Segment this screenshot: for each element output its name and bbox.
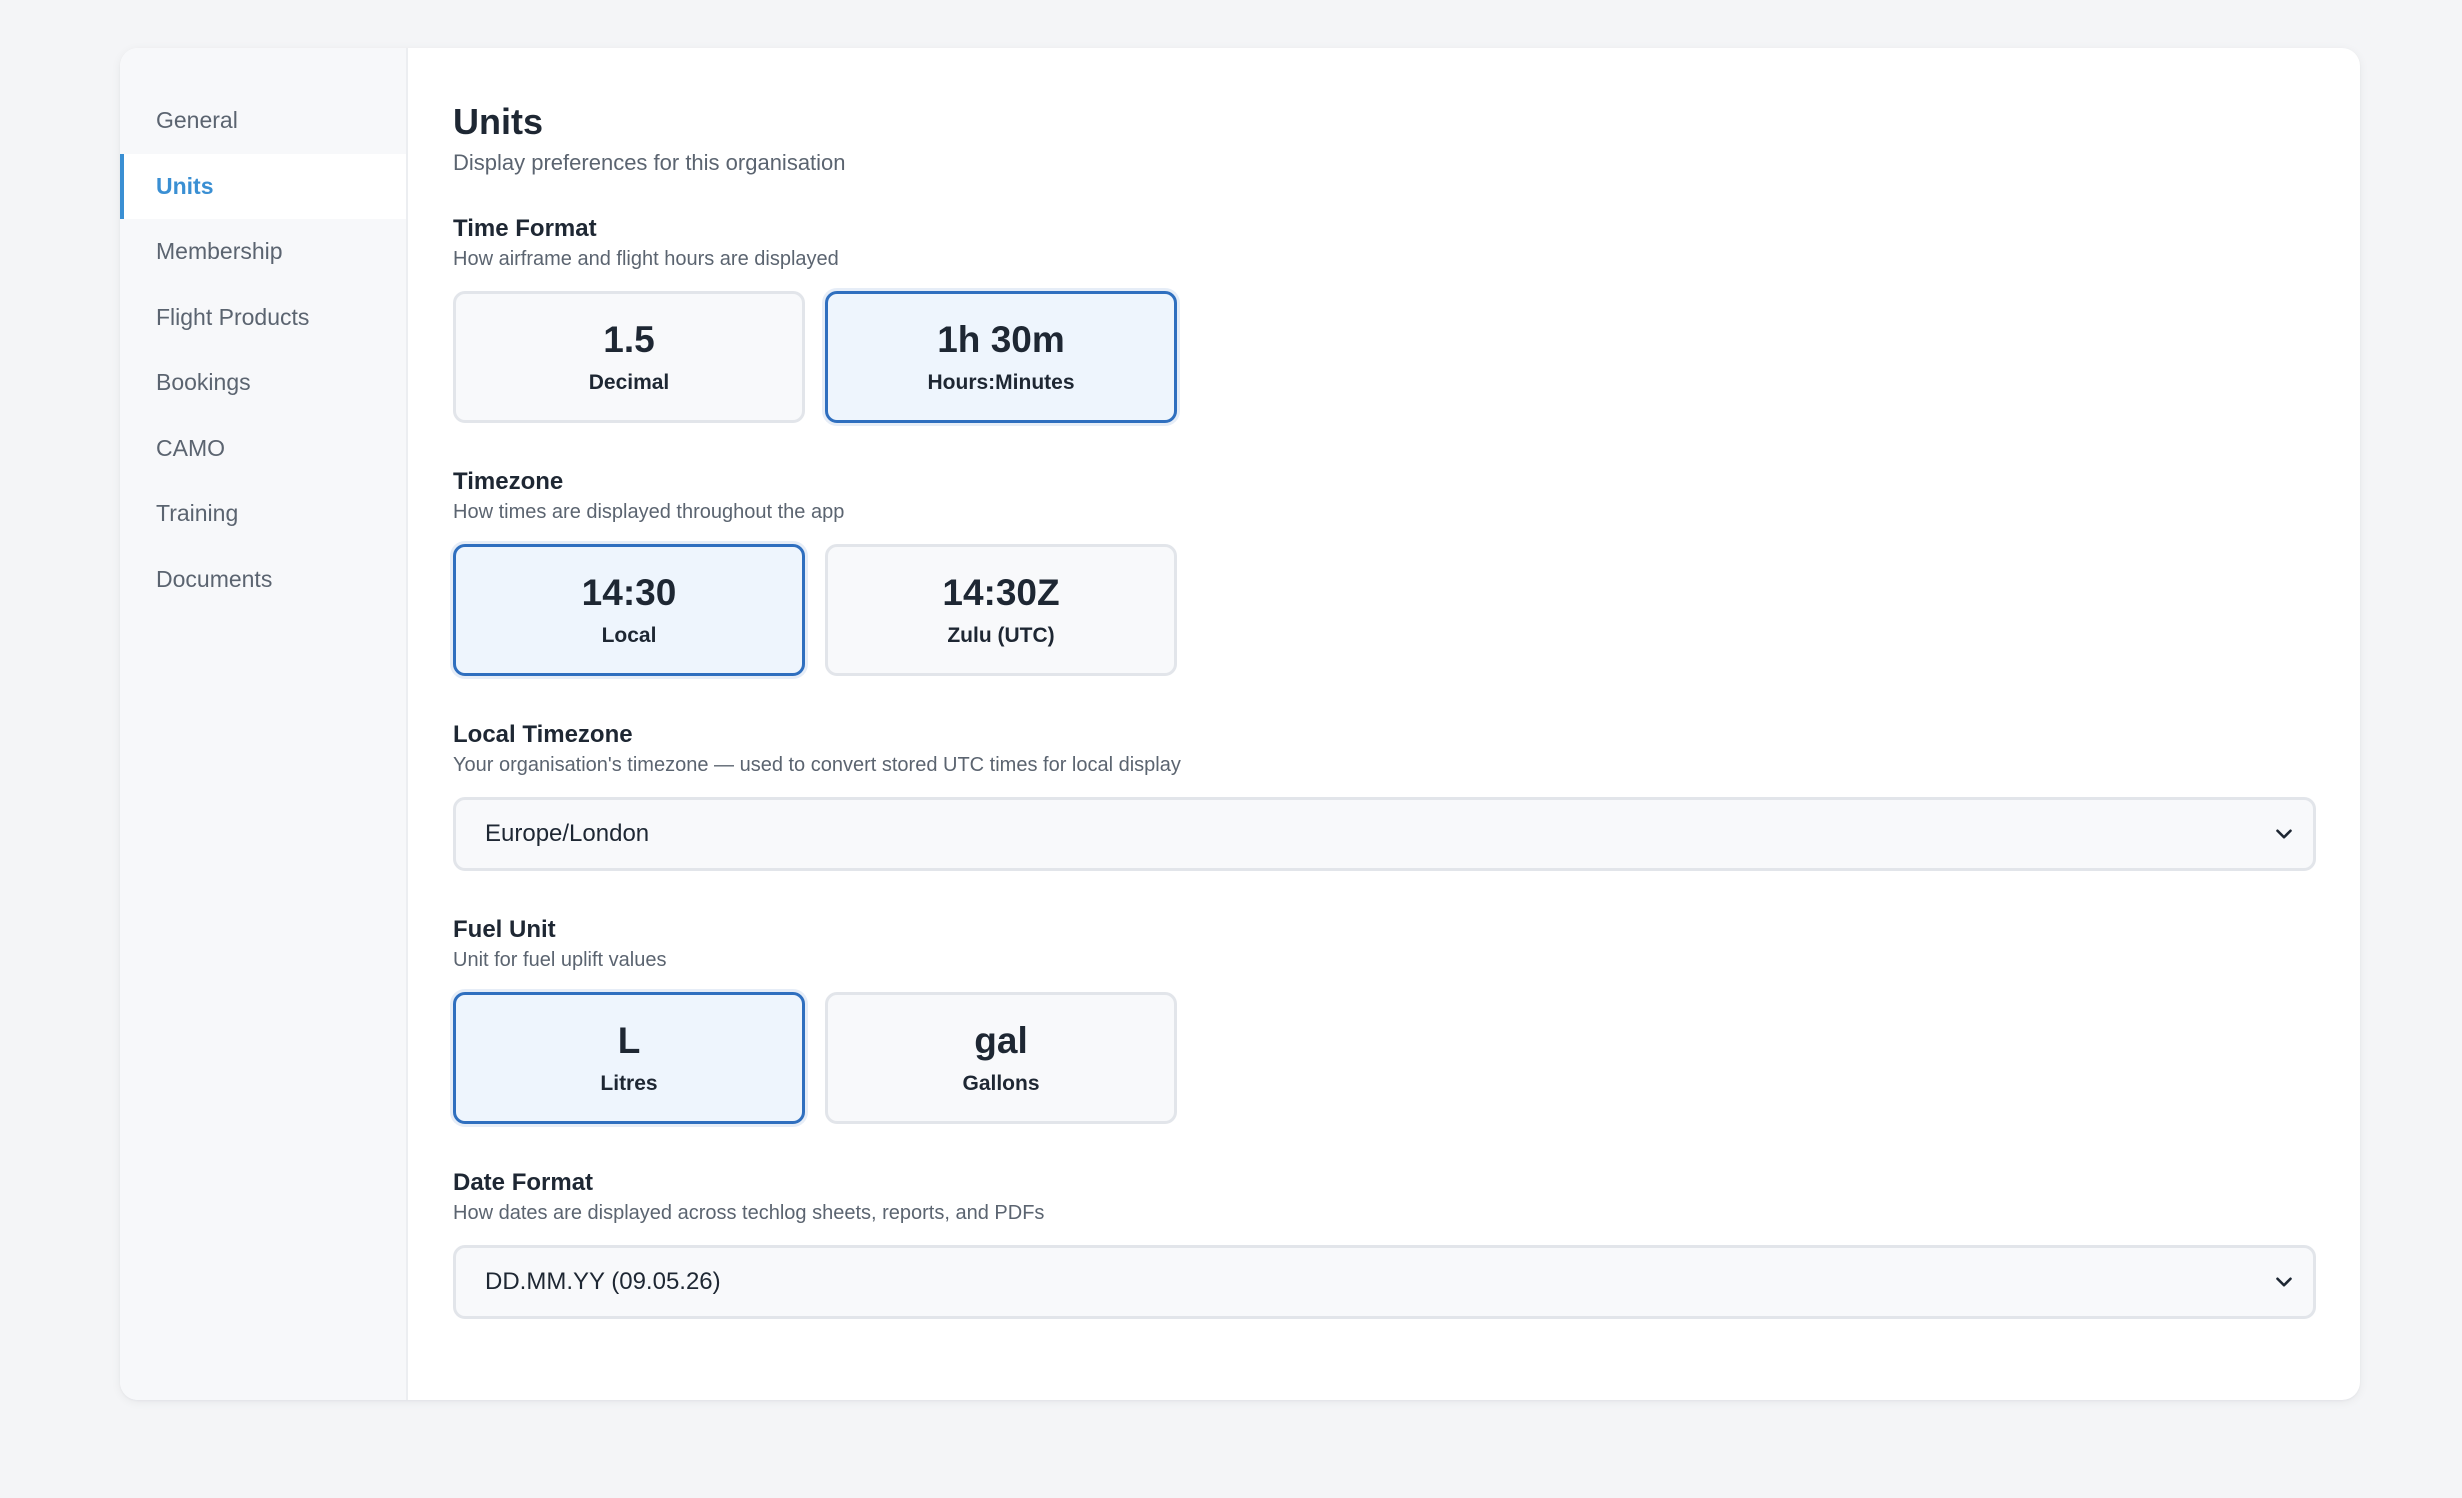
sidebar-item-units[interactable]: Units xyxy=(120,153,406,219)
chevron-down-icon xyxy=(2276,1277,2292,1287)
time-format-description: How airframe and flight hours are displa… xyxy=(453,248,839,270)
fuel-unit-options: L Litres gal Gallons xyxy=(453,992,2316,1124)
page-subtitle: Display preferences for this organisatio… xyxy=(453,150,846,175)
local-timezone-value: Europe/London xyxy=(485,820,650,847)
option-value: 14:30Z xyxy=(942,572,1060,613)
fuel-unit-title: Fuel Unit xyxy=(453,916,556,943)
timezone-option-local[interactable]: 14:30 Local xyxy=(453,544,805,676)
fuel-unit-section: Fuel Unit Unit for fuel uplift values L … xyxy=(453,915,2316,1124)
timezone-section: Timezone How times are displayed through… xyxy=(453,467,2316,676)
local-timezone-section: Local Timezone Your organisation's timez… xyxy=(453,720,2316,871)
sidebar-item-documents[interactable]: Documents xyxy=(120,547,406,613)
time-format-option-hours-minutes[interactable]: 1h 30m Hours:Minutes xyxy=(825,291,1177,423)
time-format-options: 1.5 Decimal 1h 30m Hours:Minutes xyxy=(453,291,2316,423)
fuel-unit-option-gallons[interactable]: gal Gallons xyxy=(825,992,1177,1124)
local-timezone-description: Your organisation's timezone — used to c… xyxy=(453,754,1181,776)
fuel-unit-description: Unit for fuel uplift values xyxy=(453,949,667,971)
option-value: 1h 30m xyxy=(937,319,1065,360)
timezone-title: Timezone xyxy=(453,468,564,495)
local-timezone-title: Local Timezone xyxy=(453,721,633,748)
settings-card: General Units Membership Flight Products… xyxy=(120,48,2360,1400)
timezone-description: How times are displayed throughout the a… xyxy=(453,501,845,523)
settings-sidebar: General Units Membership Flight Products… xyxy=(120,48,408,1400)
timezone-option-zulu[interactable]: 14:30Z Zulu (UTC) xyxy=(825,544,1177,676)
page-title: Units xyxy=(453,101,543,142)
local-timezone-select[interactable]: Europe/London xyxy=(453,797,2316,871)
option-label: Gallons xyxy=(962,1072,1040,1095)
sidebar-item-membership[interactable]: Membership xyxy=(120,219,406,285)
sidebar-item-general[interactable]: General xyxy=(120,88,406,154)
option-value: gal xyxy=(974,1020,1028,1061)
option-value: 1.5 xyxy=(603,319,655,360)
date-format-title: Date Format xyxy=(453,1169,594,1196)
units-panel: Units Display preferences for this organ… xyxy=(408,48,2360,1400)
date-format-section: Date Format How dates are displayed acro… xyxy=(453,1168,2316,1319)
timezone-options: 14:30 Local 14:30Z Zulu (UTC) xyxy=(453,544,2316,676)
date-format-description: How dates are displayed across techlog s… xyxy=(453,1202,1045,1224)
time-format-option-decimal[interactable]: 1.5 Decimal xyxy=(453,291,805,423)
date-format-select[interactable]: DD.MM.YY (09.05.26) xyxy=(453,1245,2316,1319)
option-value: 14:30 xyxy=(581,572,677,613)
option-label: Local xyxy=(601,624,657,647)
time-format-section: Time Format How airframe and flight hour… xyxy=(453,214,2316,423)
option-label: Hours:Minutes xyxy=(927,371,1075,394)
chevron-down-icon xyxy=(2276,829,2292,839)
sidebar-item-bookings[interactable]: Bookings xyxy=(120,350,406,416)
date-format-value: DD.MM.YY (09.05.26) xyxy=(485,1268,721,1295)
option-label: Zulu (UTC) xyxy=(947,624,1055,647)
sidebar-item-camo[interactable]: CAMO xyxy=(120,416,406,482)
sidebar-item-training[interactable]: Training xyxy=(120,481,406,547)
fuel-unit-option-litres[interactable]: L Litres xyxy=(453,992,805,1124)
option-label: Litres xyxy=(600,1072,658,1095)
option-value: L xyxy=(617,1020,641,1061)
sidebar-item-flight-products[interactable]: Flight Products xyxy=(120,285,406,351)
time-format-title: Time Format xyxy=(453,215,597,242)
option-label: Decimal xyxy=(588,371,670,394)
